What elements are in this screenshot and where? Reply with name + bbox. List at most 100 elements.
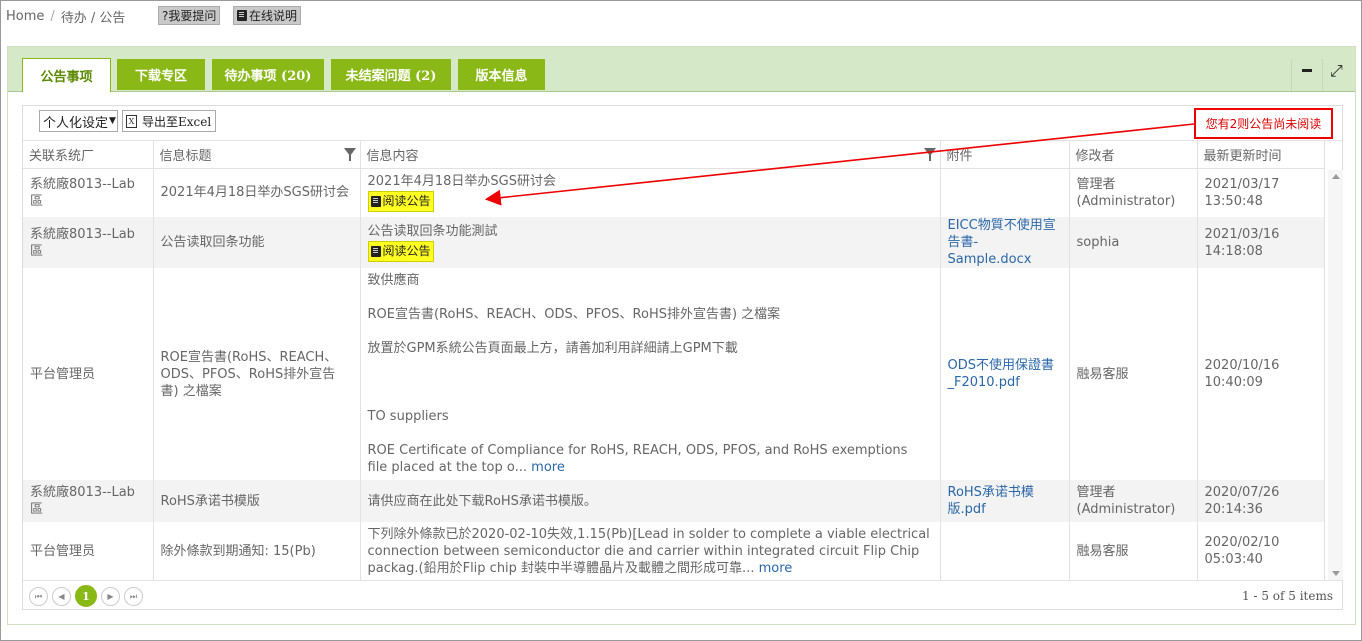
tab-label: 下载专区 [134, 69, 187, 84]
tab-label: 未结案问题 (2) [345, 69, 437, 84]
book-icon [237, 10, 247, 21]
cell-attachment: EICC物質不使用宣告書-Sample.docx [940, 217, 1070, 268]
book-icon [370, 246, 381, 257]
dropdown-arrow-icon: ▼ [109, 116, 116, 126]
tab-downloads[interactable]: 下载专区 [117, 59, 205, 90]
content-line: file placed at the top o... more [368, 459, 933, 476]
cell-attachment [940, 168, 1070, 217]
column-label: 信息内容 [366, 148, 419, 164]
column-header-updated[interactable]: 最新更新时间 [1197, 141, 1325, 169]
cell-updated: 2020/02/10 05:03:40 [1197, 522, 1325, 580]
content-line: 放置於GPM系統公告頁面最上方，請善加利用詳細請上GPM下載 [367, 341, 738, 356]
table-row[interactable]: 平台管理员 除外條款到期通知: 15(Pb) 下列除外條款已於2020-02-1… [23, 522, 1325, 580]
breadcrumb-current: 待办 / 公告 [60, 10, 126, 26]
cell-updated: 2021/03/16 14:18:08 [1197, 217, 1325, 268]
more-link[interactable]: more [759, 561, 793, 576]
content-line: ROE宣告書(RoHS、REACH、ODS、PFOS、RoHS排外宣告書) 之檔… [367, 307, 781, 322]
attachment-link[interactable]: EICC物質不使用宣告書-Sample.docx [948, 218, 1056, 267]
cell-modifier: 管理者 (Administrator) [1069, 480, 1198, 522]
content-line: TO suppliers [367, 409, 449, 424]
next-page-button[interactable]: ▶ [101, 587, 120, 606]
column-label: 最新更新时间 [1203, 148, 1282, 164]
grid-toolbar: 个人化设定 ▼ X 导出至Excel [23, 106, 1342, 141]
cell-content: 2021年4月18日举办SGS研讨会 阅读公告 [360, 168, 941, 217]
breadcrumb-home[interactable]: Home [6, 9, 44, 24]
column-header-title[interactable]: 信息标题 [153, 141, 361, 169]
more-link[interactable]: more [531, 460, 565, 475]
column-label: 附件 [946, 148, 973, 164]
book-icon [370, 196, 381, 208]
vertical-scrollbar[interactable] [1328, 170, 1343, 580]
table-row[interactable]: 系統廠8013--Lab區 RoHS承诺书模版 请供应商在此处下载RoHS承诺书… [23, 480, 1325, 522]
content-line: 致供應商 [367, 273, 420, 288]
table-row[interactable]: 系統廠8013--Lab區 2021年4月18日举办SGS研讨会 2021年4月… [23, 168, 1325, 217]
column-label: 信息标题 [159, 148, 212, 164]
read-announcement-button[interactable]: 阅读公告 [367, 191, 434, 213]
unread-notice-callout: 您有2则公告尚未阅读 [1194, 108, 1333, 139]
cell-title: 公告读取回条功能 [153, 217, 361, 268]
table-row[interactable]: 系統廠8013--Lab區 公告读取回条功能 公告读取回条功能測試 阅读公告 E… [23, 217, 1325, 268]
breadcrumb-separator: / [50, 8, 55, 24]
cell-attachment: RoHS承诺书模版.pdf [940, 480, 1070, 522]
export-excel-label: 导出至Excel [142, 114, 212, 129]
column-header-attachment[interactable]: 附件 [940, 141, 1070, 169]
column-label: 关联系统厂 [29, 148, 95, 164]
content-text: 下列除外條款已於2020-02-10失效,1.15(Pb)[Lead in so… [367, 526, 930, 576]
maximize-icon[interactable]: ⤢ [1330, 63, 1343, 79]
export-excel-button[interactable]: X 导出至Excel [122, 110, 216, 132]
cell-title: 2021年4月18日举办SGS研讨会 [153, 168, 361, 217]
current-page-button[interactable]: 1 [75, 585, 97, 607]
read-button-label: 阅读公告 [382, 194, 431, 209]
cell-content: 下列除外條款已於2020-02-10失效,1.15(Pb)[Lead in so… [360, 522, 941, 580]
cell-modifier: 融易客服 [1069, 268, 1198, 480]
attachment-link[interactable]: RoHS承诺书模版.pdf [948, 485, 1034, 517]
cell-content: 公告读取回条功能測試 阅读公告 [360, 217, 941, 268]
cell-content: 致供應商 ROE宣告書(RoHS、REACH、ODS、PFOS、RoHS排外宣告… [360, 268, 941, 480]
cell-modifier: 融易客服 [1069, 522, 1198, 580]
scroll-down-icon[interactable] [1332, 571, 1340, 576]
content-text: 2021年4月18日举办SGS研讨会 [367, 174, 556, 190]
cell-updated: 2020/10/16 10:40:09 [1197, 268, 1325, 480]
cell-title: RoHS承诺书模版 [153, 480, 361, 522]
cell-attachment [940, 522, 1070, 580]
read-announcement-button[interactable]: 阅读公告 [367, 241, 434, 262]
content-tail: file placed at the top o... [367, 460, 528, 475]
minimize-icon[interactable] [1302, 69, 1312, 72]
column-header-modifier[interactable]: 修改者 [1069, 141, 1198, 169]
column-header-content[interactable]: 信息内容 [360, 141, 941, 169]
cell-system: 系統廠8013--Lab區 [23, 217, 154, 268]
cell-system: 系統廠8013--Lab區 [23, 168, 154, 217]
personalize-label: 个人化设定 [43, 115, 109, 131]
tab-todo[interactable]: 待办事项 (20) [212, 59, 324, 90]
table-row[interactable]: 平台管理员 ROE宣告書(RoHS、REACH、ODS、PFOS、RoHS排外宣… [23, 268, 1325, 480]
breadcrumb: Home / 待办 / 公告 [6, 6, 125, 26]
scroll-up-icon[interactable] [1332, 174, 1340, 179]
tool-divider [1322, 59, 1323, 91]
content-text: 公告读取回条功能測試 [367, 224, 498, 239]
announcement-panel: 公告事项 下载专区 待办事项 (20) 未结案问题 (2) 版本信息 ⤢ 个人化… [7, 46, 1356, 625]
tab-label: 版本信息 [475, 69, 528, 84]
filter-icon[interactable] [923, 148, 936, 161]
online-manual-label: 在线说明 [249, 9, 298, 23]
cell-content: 请供应商在此处下载RoHS承诺书模版。 [360, 480, 941, 522]
tab-bar: 公告事项 下载专区 待办事项 (20) 未结案问题 (2) 版本信息 ⤢ [8, 47, 1355, 92]
prev-page-button[interactable]: ◀ [52, 587, 71, 606]
pager: ⏮ ◀ 1 ▶ ⏭ 1 - 5 of 5 items [23, 580, 1342, 610]
column-label: 修改者 [1075, 148, 1115, 164]
filter-icon[interactable] [343, 148, 356, 161]
ask-question-button[interactable]: ?我要提问 [158, 6, 221, 25]
tab-label: 待办事项 (20) [224, 69, 312, 84]
pager-info: 1 - 5 of 5 items [1242, 589, 1333, 603]
online-manual-button[interactable]: 在线说明 [233, 6, 302, 25]
column-header-system[interactable]: 关联系统厂 [23, 141, 154, 169]
tab-version-info[interactable]: 版本信息 [458, 59, 545, 90]
attachment-link[interactable]: ODS不使用保證書_F2010.pdf [948, 358, 1055, 390]
cell-system: 系統廠8013--Lab區 [23, 480, 154, 522]
last-page-button[interactable]: ⏭ [124, 587, 143, 606]
personalize-dropdown[interactable]: 个人化设定 ▼ [39, 110, 118, 132]
tab-open-issues[interactable]: 未结案问题 (2) [331, 59, 451, 90]
first-page-button[interactable]: ⏮ [29, 587, 48, 606]
tab-announcements[interactable]: 公告事项 [22, 58, 111, 92]
cell-updated: 2020/07/26 20:14:36 [1197, 480, 1325, 522]
cell-modifier: sophia [1069, 217, 1198, 268]
